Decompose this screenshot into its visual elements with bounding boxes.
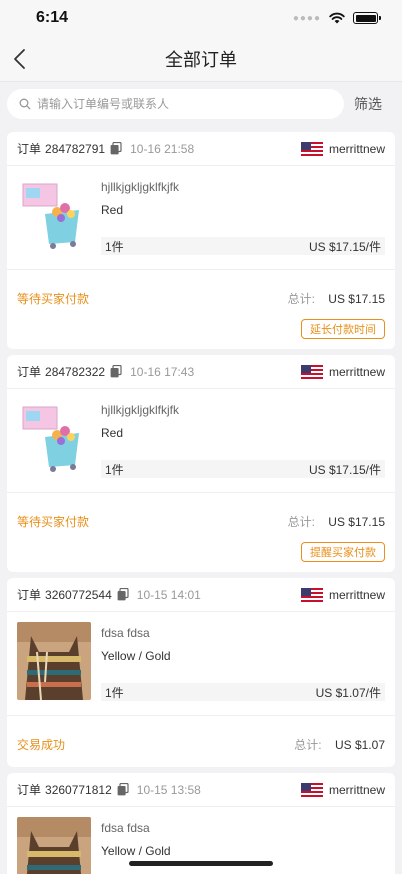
item-unit-price: US $1.07/件 [315,685,381,700]
order-total: 总计: US $17.15 [288,290,385,307]
battery-icon [353,12,381,24]
seller-name: merrittnew [328,364,385,379]
order-time: 10-15 14:01 [136,587,201,602]
order-label: 订单 [17,142,42,156]
extend-payment-button[interactable]: 延长付款时间 [301,319,385,339]
dress-icon [17,622,91,700]
item-variant: Red [101,426,124,440]
home-indicator[interactable] [129,861,273,866]
item-price-row: 1件 US $17.15/件 [101,460,385,478]
item-variant: Red [101,203,124,217]
order-total: 总计: US $17.15 [288,513,385,530]
back-icon[interactable] [10,46,32,72]
order-card[interactable]: 订单 284782322 10-16 17:43 merrittnew hjll… [7,355,395,572]
dress-icon [17,817,91,874]
toy-icon [17,176,91,254]
total-label: 总计: [294,738,322,752]
order-label: 订单 [17,588,42,602]
item-info: fdsa fdsa Yellow / Gold 1件 US $1.07/件 [101,622,385,701]
item-title: fdsa fdsa [101,626,150,640]
item-info: hjllkjgkljgklfkjfk Red 1件 US $17.15/件 [101,399,385,478]
order-total: 总计: US $1.07 [294,736,385,753]
status-icons: ●●●● [292,12,381,24]
order-status: 等待买家付款 [17,292,90,306]
order-card[interactable]: 订单 3260772544 10-15 14:01 merrittnew fds… [7,578,395,767]
seller[interactable]: merrittnew [300,782,385,797]
order-card[interactable]: 订单 3260771812 10-15 13:58 merrittnew fds… [7,773,395,874]
us-flag-icon [300,782,323,797]
order-time: 10-15 13:58 [136,782,201,797]
item-qty: 1件 [105,462,124,477]
order-header: 订单 3260772544 10-15 14:01 merrittnew [7,578,395,612]
item-price-row: 1件 US $1.07/件 [101,683,385,701]
item-variant: Yellow / Gold [101,844,171,858]
item-title: hjllkjgkljgklfkjfk [101,180,180,194]
order-footer: 交易成功 总计: US $1.07 [7,715,395,767]
order-number: 3260771812 [45,782,112,797]
us-flag-icon [300,364,323,379]
search-row: 筛选 [0,82,402,126]
order-status: 等待买家付款 [17,515,90,529]
total-label: 总计: [287,292,315,306]
copy-icon[interactable] [110,142,122,155]
copy-icon[interactable] [117,783,129,796]
item-qty: 1件 [105,239,124,254]
order-number: 284782791 [45,141,106,156]
us-flag-icon [300,141,323,156]
total-value: US $17.15 [328,292,385,306]
nav-bar: 全部订单 [0,36,402,82]
wifi-icon [329,12,345,24]
search-icon [19,98,31,110]
copy-icon[interactable] [110,365,122,378]
filter-button[interactable]: 筛选 [354,94,395,114]
seller[interactable]: merrittnew [300,587,385,602]
seller[interactable]: merrittnew [300,141,385,156]
order-label: 订单 [17,365,42,379]
order-time: 10-16 21:58 [130,141,195,156]
status-bar: 6:14 ●●●● [0,0,402,36]
order-footer: 等待买家付款 总计: US $17.15 延长付款时间 [7,269,395,349]
order-header: 订单 3260771812 10-15 13:58 merrittnew [7,773,395,807]
search-input[interactable] [37,97,332,111]
seller-name: merrittnew [328,587,385,602]
item-qty: 1件 [105,685,124,700]
order-item[interactable]: hjllkjgkljgklfkjfk Red 1件 US $17.15/件 [7,166,395,255]
seller-name: merrittnew [328,141,385,156]
order-status: 交易成功 [17,738,66,752]
signal-icon: ●●●● [292,12,321,24]
order-time: 10-16 17:43 [130,364,195,379]
order-number: 3260772544 [45,587,112,602]
order-item[interactable]: hjllkjgkljgklfkjfk Red 1件 US $17.15/件 [7,389,395,478]
order-card[interactable]: 订单 284782791 10-16 21:58 merrittnew hjll… [7,132,395,349]
order-list: 订单 284782791 10-16 21:58 merrittnew hjll… [0,132,402,874]
item-unit-price: US $17.15/件 [308,462,381,477]
order-header: 订单 284782791 10-16 21:58 merrittnew [7,132,395,166]
item-info: hjllkjgkljgklfkjfk Red 1件 US $17.15/件 [101,176,385,255]
total-value: US $1.07 [334,738,385,752]
search-box[interactable] [7,89,344,119]
item-variant: Yellow / Gold [101,649,171,663]
toy-icon [17,399,91,477]
us-flag-icon [300,587,323,602]
order-label: 订单 [17,783,42,797]
page-title: 全部订单 [165,49,237,70]
status-time: 6:14 [36,9,69,26]
total-value: US $17.15 [328,515,385,529]
seller-name: merrittnew [328,782,385,797]
order-header: 订单 284782322 10-16 17:43 merrittnew [7,355,395,389]
item-title: fdsa fdsa [101,821,150,835]
copy-icon[interactable] [117,588,129,601]
remind-buyer-button[interactable]: 提醒买家付款 [301,542,385,562]
order-number: 284782322 [45,364,106,379]
order-footer: 等待买家付款 总计: US $17.15 提醒买家付款 [7,492,395,572]
item-unit-price: US $17.15/件 [308,239,381,254]
item-price-row: 1件 US $17.15/件 [101,237,385,255]
item-title: hjllkjgkljgklfkjfk [101,403,180,417]
order-item[interactable]: fdsa fdsa Yellow / Gold 1件 US $1.07/件 [7,612,395,701]
seller[interactable]: merrittnew [300,364,385,379]
total-label: 总计: [287,515,315,529]
